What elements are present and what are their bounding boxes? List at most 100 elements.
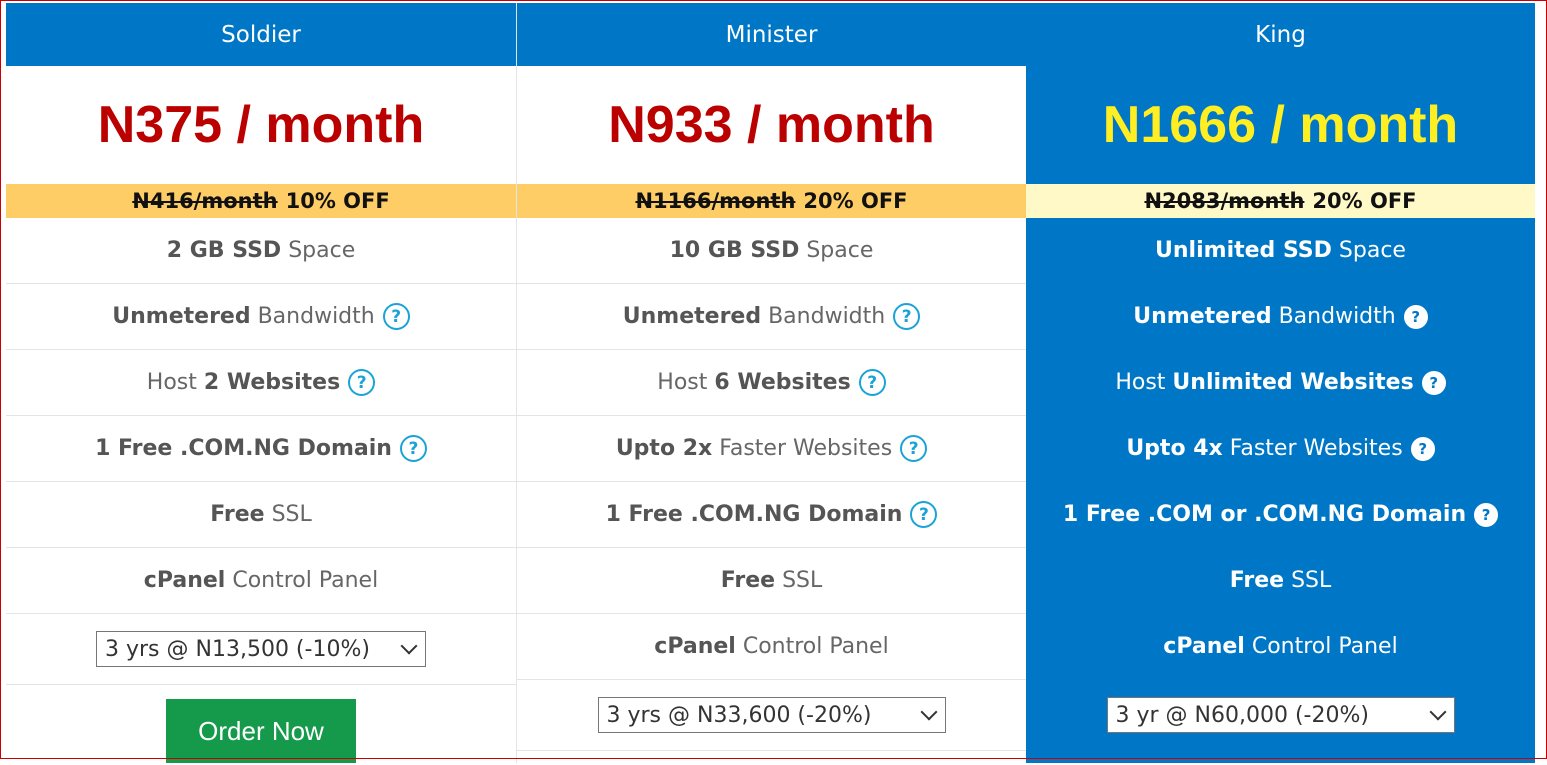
feature-text: Faster Websites bbox=[1229, 436, 1403, 461]
feature-bandwidth: Unmetered Bandwidth ? bbox=[517, 284, 1026, 350]
order-row: Order Now bbox=[6, 685, 516, 765]
question-circle-icon[interactable]: ? bbox=[910, 501, 938, 528]
feature-bandwidth: Unmetered Bandwidth ? bbox=[6, 284, 516, 350]
feature-text: SSL bbox=[271, 502, 312, 527]
feature-text: Space bbox=[806, 238, 874, 263]
feature-cpanel: cPanel Control Panel bbox=[6, 548, 516, 614]
feature-speed: Upto 2x Faster Websites ? bbox=[517, 416, 1026, 482]
question-circle-icon[interactable]: ? bbox=[399, 435, 427, 462]
feature-cpanel: cPanel Control Panel bbox=[1026, 614, 1535, 680]
feature-bold: Unmetered bbox=[1133, 304, 1272, 329]
question-circle-icon[interactable]: ? bbox=[900, 435, 928, 462]
chevron-down-icon bbox=[920, 703, 937, 721]
feature-text: Bandwidth bbox=[257, 304, 375, 329]
feature-bold: Unmetered bbox=[622, 304, 762, 329]
term-select[interactable]: 3 yrs @ N13,500 (-10%) bbox=[96, 631, 426, 667]
feature-bandwidth: Unmetered Bandwidth ? bbox=[1026, 284, 1535, 350]
feature-prefix: Host bbox=[146, 370, 197, 395]
feature-text: Bandwidth bbox=[1278, 304, 1396, 329]
feature-bold: Upto 2x bbox=[615, 436, 713, 461]
feature-bold: Unlimited SSD bbox=[1155, 238, 1332, 263]
feature-speed: Upto 4x Faster Websites ? bbox=[1026, 416, 1535, 482]
question-circle-icon[interactable]: ? bbox=[893, 303, 921, 330]
feature-bold: Unlimited Websites bbox=[1172, 370, 1414, 395]
feature-bold: 2 Websites bbox=[203, 370, 341, 395]
question-circle-icon[interactable]: ? bbox=[382, 303, 410, 330]
question-circle-icon[interactable]: ? bbox=[1421, 370, 1446, 395]
feature-bold: Upto 4x bbox=[1126, 436, 1223, 461]
discount-band: N416/month 10% OFF bbox=[6, 184, 516, 218]
discount-label: 20% OFF bbox=[803, 189, 908, 213]
plan-name: Soldier bbox=[6, 3, 516, 66]
feature-bold: 1 Free .COM or .COM.NG Domain bbox=[1062, 502, 1467, 527]
feature-cpanel: cPanel Control Panel bbox=[517, 614, 1026, 680]
question-circle-icon[interactable]: ? bbox=[1474, 502, 1499, 527]
question-circle-icon[interactable]: ? bbox=[858, 369, 886, 396]
feature-text: Faster Websites bbox=[719, 436, 893, 461]
feature-text: Control Panel bbox=[742, 634, 889, 659]
plan-soldier: Soldier N375 / month N416/month 10% OFF … bbox=[6, 3, 516, 763]
feature-ssl: Free SSL bbox=[6, 482, 516, 548]
feature-bold: cPanel bbox=[143, 568, 226, 593]
plan-king: King N1666 / month N2083/month 20% OFF U… bbox=[1026, 3, 1535, 763]
feature-prefix: Host bbox=[657, 370, 708, 395]
question-circle-icon[interactable]: ? bbox=[348, 369, 376, 396]
feature-prefix: Host bbox=[1115, 370, 1166, 395]
plan-price: N933 / month bbox=[608, 96, 935, 154]
term-selected-value: 3 yrs @ N33,600 (-20%) bbox=[606, 702, 872, 728]
feature-bold: Free bbox=[1229, 568, 1285, 593]
order-now-button[interactable]: Order Now bbox=[166, 699, 356, 763]
feature-bold: 1 Free .COM.NG Domain bbox=[95, 436, 392, 461]
question-circle-icon[interactable]: ? bbox=[1410, 436, 1435, 461]
plan-minister: Minister N933 / month N1166/month 20% OF… bbox=[516, 3, 1026, 763]
discount-label: 20% OFF bbox=[1312, 189, 1417, 213]
feature-bold: 6 Websites bbox=[714, 370, 851, 395]
feature-websites: Host 6 Websites ? bbox=[517, 350, 1026, 416]
feature-text: SSL bbox=[1291, 568, 1332, 593]
term-selected-value: 3 yr @ N60,000 (-20%) bbox=[1115, 702, 1369, 728]
feature-text: Control Panel bbox=[232, 568, 379, 593]
feature-bold: Free bbox=[210, 502, 265, 527]
feature-bold: Free bbox=[720, 568, 776, 593]
feature-ssl: Free SSL bbox=[1026, 548, 1535, 614]
feature-storage: 2 GB SSD Space bbox=[6, 218, 516, 284]
term-selected-value: 3 yrs @ N13,500 (-10%) bbox=[105, 636, 370, 662]
chevron-down-icon bbox=[1429, 703, 1446, 721]
plan-name: Minister bbox=[517, 3, 1026, 66]
pricing-table: Soldier N375 / month N416/month 10% OFF … bbox=[6, 3, 1535, 763]
feature-text: Space bbox=[288, 238, 356, 263]
old-price: N2083/month bbox=[1144, 189, 1305, 213]
feature-bold: 1 Free .COM.NG Domain bbox=[605, 502, 903, 527]
plan-name: King bbox=[1026, 3, 1535, 66]
feature-storage: Unlimited SSD Space bbox=[1026, 218, 1535, 284]
discount-band: N2083/month 20% OFF bbox=[1026, 184, 1535, 218]
feature-ssl: Free SSL bbox=[517, 548, 1026, 614]
chevron-down-icon bbox=[400, 637, 418, 655]
feature-domain: 1 Free .COM.NG Domain ? bbox=[517, 482, 1026, 548]
feature-bold: 2 GB SSD bbox=[166, 238, 282, 263]
question-circle-icon[interactable]: ? bbox=[1403, 304, 1428, 329]
feature-text: Bandwidth bbox=[768, 304, 886, 329]
plan-price: N1666 / month bbox=[1102, 96, 1459, 154]
old-price: N1166/month bbox=[635, 189, 796, 213]
feature-bold: cPanel bbox=[654, 634, 736, 659]
feature-domain: 1 Free .COM.NG Domain ? bbox=[6, 416, 516, 482]
feature-bold: Unmetered bbox=[112, 304, 251, 329]
term-select[interactable]: 3 yr @ N60,000 (-20%) bbox=[1106, 697, 1455, 733]
term-row: 3 yr @ N60,000 (-20%) bbox=[1026, 680, 1535, 750]
feature-text: Space bbox=[1338, 238, 1406, 263]
feature-websites: Host 2 Websites ? bbox=[6, 350, 516, 416]
term-select[interactable]: 3 yrs @ N33,600 (-20%) bbox=[597, 697, 946, 733]
feature-bold: 10 GB SSD bbox=[669, 238, 800, 263]
term-row: 3 yrs @ N13,500 (-10%) bbox=[6, 614, 516, 685]
feature-domain: 1 Free .COM or .COM.NG Domain ? bbox=[1026, 482, 1535, 548]
feature-text: SSL bbox=[782, 568, 823, 593]
plan-price: N375 / month bbox=[97, 96, 425, 154]
term-row: 3 yrs @ N33,600 (-20%) bbox=[517, 680, 1026, 751]
discount-label: 10% OFF bbox=[285, 189, 390, 213]
feature-websites: Host Unlimited Websites ? bbox=[1026, 350, 1535, 416]
feature-storage: 10 GB SSD Space bbox=[517, 218, 1026, 284]
feature-bold: cPanel bbox=[1163, 634, 1245, 659]
feature-text: Control Panel bbox=[1251, 634, 1398, 659]
old-price: N416/month bbox=[132, 189, 278, 213]
